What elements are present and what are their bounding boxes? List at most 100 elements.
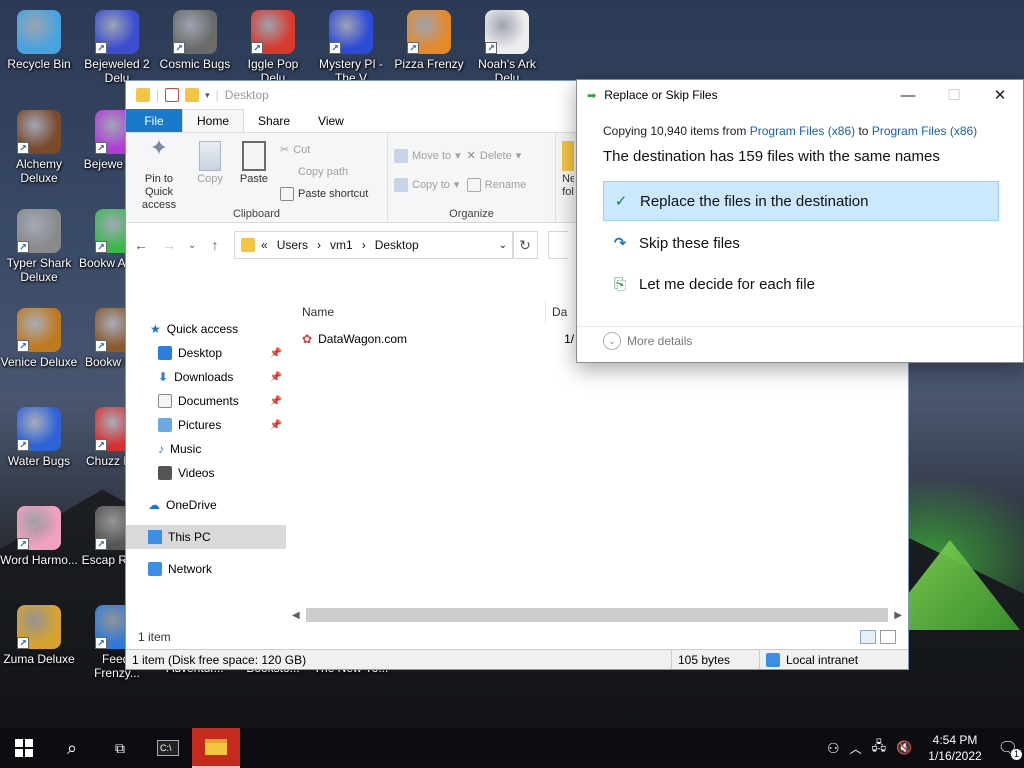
recent-locations-button[interactable]: ⌄ (188, 240, 196, 251)
desktop-icon[interactable]: ↗ Bejeweled 2 Delu (78, 6, 156, 85)
replace-option[interactable]: ✓ Replace the files in the destination (603, 181, 999, 221)
nav-music[interactable]: ♪ Music (126, 437, 286, 461)
tab-home[interactable]: Home (182, 109, 245, 132)
maximize-button[interactable]: ☐ (931, 80, 977, 110)
computer-icon (148, 530, 162, 544)
terminal-icon: C:\ (157, 740, 179, 756)
desktop-icon[interactable]: ↗ Venice Deluxe (0, 304, 78, 369)
up-button[interactable]: ↑ (206, 237, 224, 253)
clipboard-group-label: Clipboard (232, 208, 281, 220)
nav-downloads[interactable]: ⬇ Downloads 📌 (126, 365, 286, 389)
skip-option[interactable]: ↷ Skip these files (603, 223, 999, 263)
security-zone: Local intranet (786, 652, 859, 667)
taskbar-terminal[interactable]: C:\ (144, 728, 192, 768)
scroll-left-icon[interactable]: ◀ (292, 610, 300, 621)
source-link[interactable]: Program Files (x86) (750, 124, 855, 138)
desktop-icon[interactable]: ↗ Iggle Pop Delu (234, 6, 312, 85)
game-icon: ↗ (17, 209, 61, 253)
rename-button[interactable]: Rename (466, 176, 526, 193)
selection-size: 105 bytes (672, 650, 760, 669)
breadcrumb-vm1[interactable]: vm1 (327, 238, 356, 252)
file-explorer-icon (205, 739, 227, 755)
taskbar-file-explorer[interactable] (192, 728, 240, 768)
tab-share[interactable]: Share (244, 109, 304, 132)
delete-icon: ✕ (466, 150, 476, 162)
horizontal-scrollbar[interactable]: ◀ ▶ (286, 606, 908, 624)
nav-pictures[interactable]: Pictures 📌 (126, 413, 286, 437)
paste-button[interactable]: Paste (234, 137, 274, 206)
scroll-right-icon[interactable]: ▶ (894, 610, 902, 621)
pin-button[interactable]: ✦ Pin to Quick access (132, 137, 186, 212)
close-button[interactable]: ✕ (977, 80, 1023, 110)
large-icons-view-button[interactable] (880, 630, 896, 644)
chevron-down-icon[interactable]: ⌄ (499, 240, 507, 251)
nav-documents[interactable]: Documents 📌 (126, 389, 286, 413)
breadcrumb-users[interactable]: Users (274, 238, 311, 252)
copy-path-button[interactable]: Copy path (280, 163, 368, 180)
decide-option[interactable]: ⎘ Let me decide for each file (603, 264, 999, 304)
details-view-button[interactable] (860, 630, 876, 644)
task-view-button[interactable]: ⧉ (96, 728, 144, 768)
delete-button[interactable]: ✕ Delete ▾ (467, 147, 527, 164)
new-folder-icon[interactable] (185, 88, 200, 102)
desktop-icon[interactable]: ↗ Word Harmo... (0, 502, 78, 567)
minimize-button[interactable]: — (885, 80, 931, 110)
volume-muted-icon[interactable]: 🔇 (896, 740, 912, 756)
nav-videos[interactable]: Videos (126, 461, 286, 485)
intranet-icon (766, 652, 780, 667)
tab-file[interactable]: File (126, 109, 182, 132)
nav-quick-access[interactable]: ★ Quick access (126, 317, 286, 341)
nav-network[interactable]: Network (126, 557, 286, 581)
desktop-icon[interactable]: ↗ Cosmic Bugs (156, 6, 234, 71)
start-button[interactable] (0, 728, 48, 768)
customize-qat-icon[interactable]: ▾ (205, 90, 210, 101)
column-header-name[interactable]: Name (286, 300, 546, 324)
desktop-icon[interactable]: Recycle Bin (0, 6, 78, 71)
desktop-icon[interactable]: ↗ Alchemy Deluxe (0, 106, 78, 185)
clock[interactable]: 4:54 PM 1/16/2022 (922, 732, 987, 764)
people-icon[interactable]: ⚇ (827, 740, 840, 757)
copy-to-button[interactable]: Copy to ▾ (394, 176, 461, 193)
breadcrumb-desktop[interactable]: Desktop (372, 238, 422, 252)
pin-icon: 📌 (269, 395, 282, 407)
new-folder-button[interactable]: Ne fol (562, 137, 574, 206)
pictures-icon (158, 418, 172, 432)
address-bar[interactable]: « Users › vm1 › Desktop ⌄ (234, 231, 514, 259)
back-button[interactable]: ← (132, 237, 150, 253)
paste-shortcut-icon (280, 186, 294, 201)
search-button[interactable]: ⌕ (48, 728, 96, 768)
disk-summary: 1 item (Disk free space: 120 GB) (126, 650, 672, 669)
properties-icon[interactable] (165, 88, 180, 102)
chevron-up-icon[interactable]: ︿ (850, 740, 862, 757)
shortcut-arrow-icon: ↗ (329, 42, 341, 54)
desktop-icon[interactable]: ↗ Zuma Deluxe (0, 601, 78, 666)
nav-onedrive[interactable]: ☁ OneDrive (126, 493, 286, 517)
nav-desktop[interactable]: Desktop 📌 (126, 341, 286, 365)
move-to-button[interactable]: Move to ▾ (394, 147, 461, 164)
notification-center-button[interactable]: 🗨 1 (998, 738, 1022, 760)
cut-button[interactable]: ✂ Cut (280, 141, 368, 158)
tab-view[interactable]: View (304, 109, 358, 132)
refresh-button[interactable]: ↻ (512, 231, 538, 259)
paste-shortcut-button[interactable]: Paste shortcut (280, 185, 368, 202)
desktop-icon[interactable]: ↗ Water Bugs (0, 403, 78, 468)
scrollbar-thumb[interactable] (305, 608, 889, 622)
item-count: 1 item (138, 630, 171, 644)
nav-this-pc[interactable]: This PC (126, 525, 286, 549)
desktop-icon[interactable]: ↗ Mystery PI - The V (312, 6, 390, 85)
desktop-icon[interactable]: ↗ Typer Shark Deluxe (0, 205, 78, 284)
documents-icon (158, 394, 172, 408)
column-header-date[interactable]: Da (546, 305, 567, 319)
search-input[interactable] (548, 231, 568, 259)
shortcut-arrow-icon: ↗ (17, 439, 29, 451)
network-icon[interactable]: 🖧 (872, 737, 887, 759)
checkmark-icon: ✓ (614, 193, 628, 210)
more-details-button[interactable]: ⌄ More details (603, 332, 692, 350)
destination-link[interactable]: Program Files (x86) (872, 124, 977, 138)
desktop-icon[interactable]: ↗ Noah's Ark Delu (468, 6, 546, 85)
desktop-icon[interactable]: ↗ Pizza Frenzy (390, 6, 468, 71)
forward-button[interactable]: → (160, 237, 178, 253)
copy-to-icon (394, 177, 408, 192)
copy-button[interactable]: Copy (192, 137, 228, 206)
recycle-bin-icon (17, 10, 61, 54)
